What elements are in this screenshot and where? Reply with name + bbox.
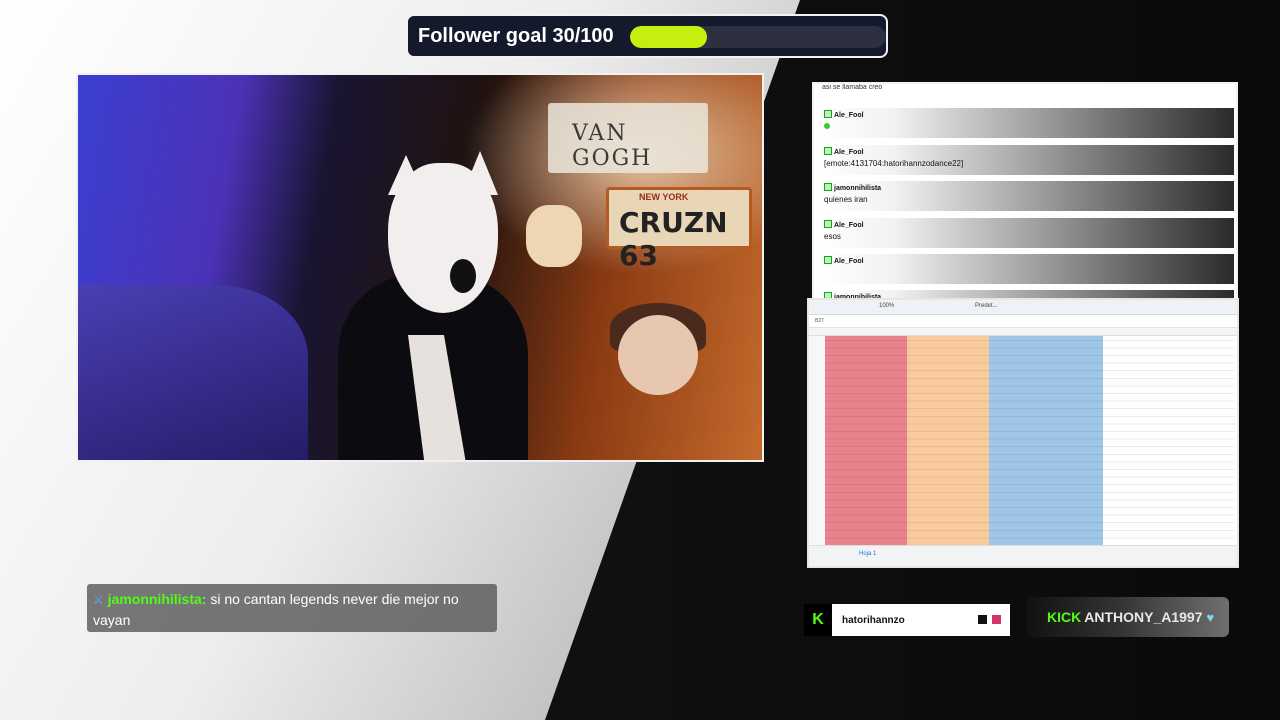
chat-highlight-user: jamonnihilista: [107,591,207,607]
chat-username: Ale_Fool [824,220,864,229]
shelf-mask [526,205,582,267]
color-square-icon [978,615,987,624]
chat-text: [emote:4131704:hatorihannzodance22] [824,159,964,168]
chat-row: Ale_Fool [818,254,1234,284]
spreadsheet-toolbar: 100% Predet... [809,300,1237,315]
plate-number: CRUZN 63 [619,206,728,272]
doll-figure [618,315,698,395]
chat-text: esos [824,232,841,241]
follower-goal-label: Follower goal 30/100 [418,24,614,47]
cell-reference: B27 [815,318,824,324]
formula-bar: B27 [809,315,1237,328]
webcam-poster: VAN GOGH [548,103,708,173]
latest-follower-name: ANTHONY_A1997 [1084,609,1203,625]
chat-row: Ale_Fool [emote:4131704:hatorihannzodanc… [818,145,1234,175]
chat-row: jamonnihilista quienes iran [818,181,1234,211]
webcam-feed: VAN GOGH NEW YORK CRUZN 63 [76,73,764,462]
poster-text: VAN GOGH [572,121,653,171]
column-headers [809,328,1237,336]
kick-logo-icon: K [804,604,832,636]
chat-username: Ale_Fool [824,256,864,265]
row-numbers [809,336,826,546]
chat-emote-icon [824,123,830,129]
follower-goal-fill [630,26,707,48]
font-select: Predet... [975,303,998,309]
color-square-icon [992,615,1001,624]
follower-goal-bar: Follower goal 30/100 [406,14,888,58]
fox-mask-eye [450,259,476,293]
webcam-bed [78,285,308,460]
chat-row: Ale_Fool [818,108,1234,138]
streamer-name: hatorihannzo [842,614,905,626]
chat-highlight-message: ⚔ jamonnihilista: si no cantan legends n… [87,584,497,632]
chat-panel: asi se llamaba creo Ale_Fool Ale_Fool [e… [812,82,1238,300]
follower-goal-track [630,26,886,48]
chat-row: Ale_Fool esos [818,218,1234,248]
chat-username: jamonnihilista [824,183,881,192]
heart-icon: ♥ [1206,609,1215,625]
kick-brand: KICK [1047,609,1082,625]
grid-lines [825,336,1235,546]
sheet-tabs-bar: Hoja 1 [809,545,1237,566]
license-plate: NEW YORK CRUZN 63 [606,187,752,272]
sheet-tab: Hoja 1 [859,551,877,557]
streamer-name-badge: K hatorihannzo [804,604,1010,636]
chat-top-text: asi se llamaba creo [822,84,883,91]
chat-top-bar [960,89,1090,92]
fox-mask [388,163,498,313]
sword-icon: ⚔ [93,593,104,607]
chat-username: Ale_Fool [824,110,864,119]
plate-state: NEW YORK [639,192,689,202]
latest-follower-badge: KICK ANTHONY_A1997 ♥ [1026,597,1229,637]
zoom-select: 100% [879,303,895,309]
chat-username: Ale_Fool [824,147,864,156]
chat-text: quienes iran [824,195,868,204]
spreadsheet-window: 100% Predet... B27 Hoja 1 [807,298,1239,568]
